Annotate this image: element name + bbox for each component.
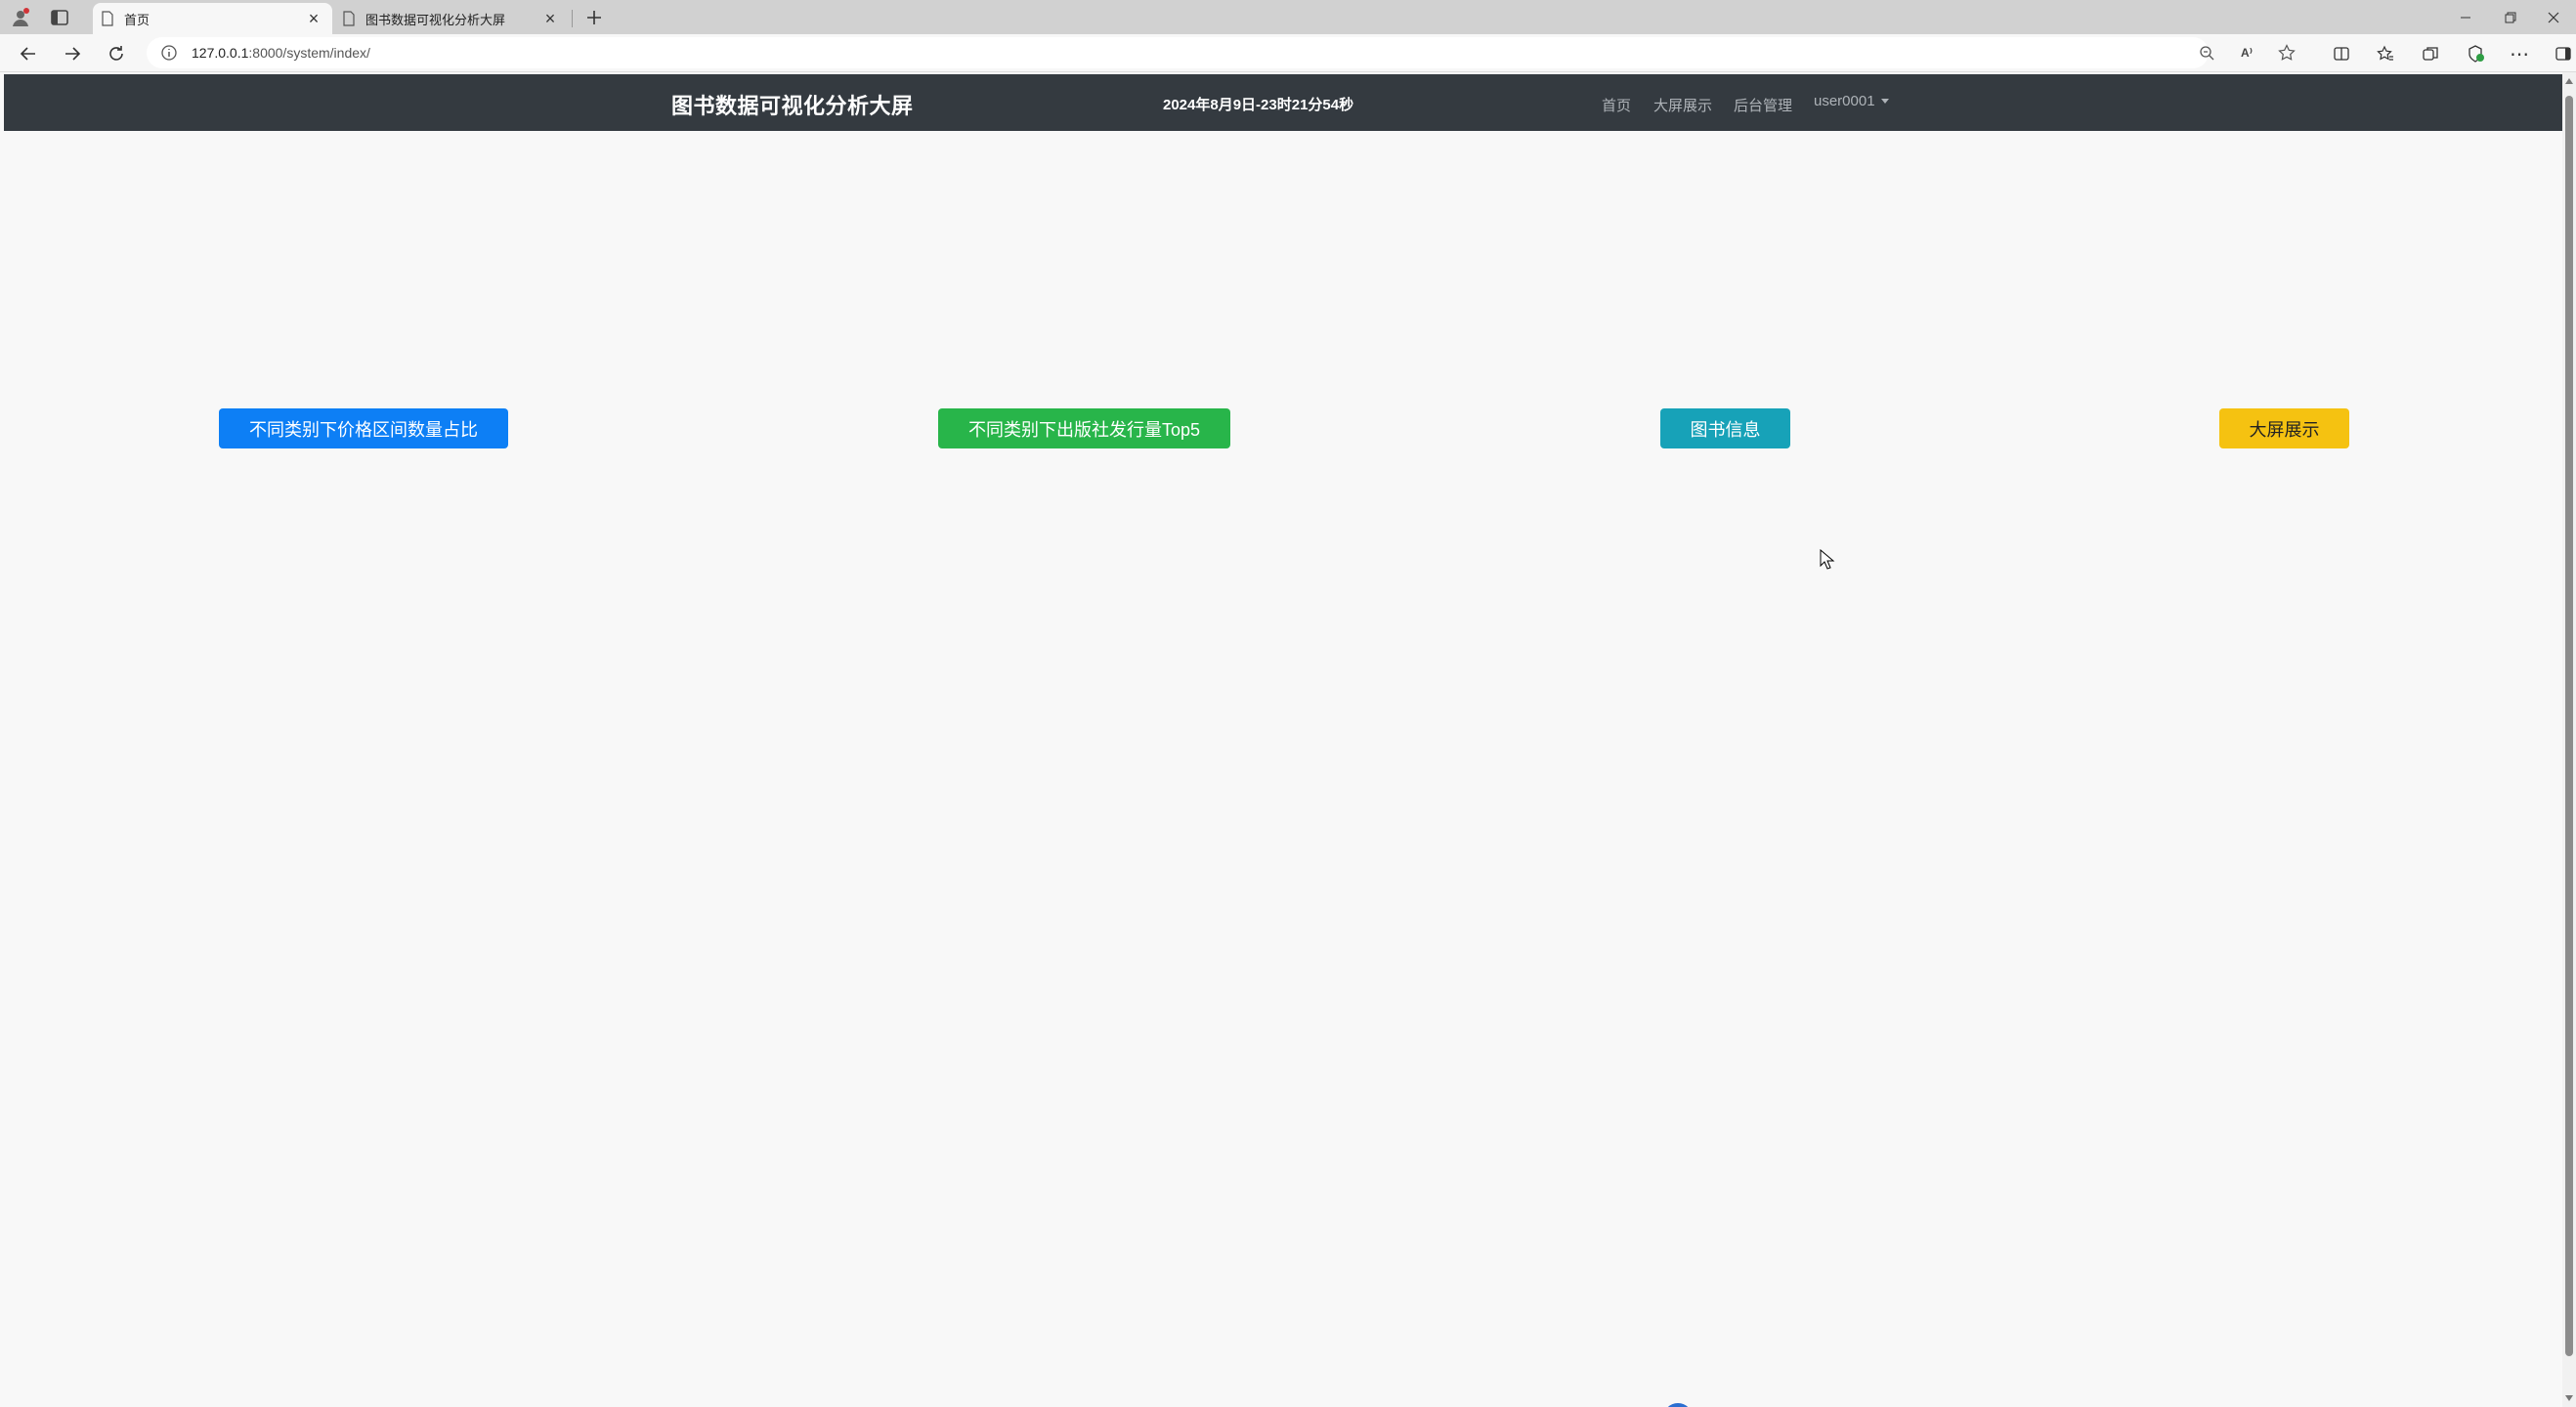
url-text[interactable]: 127.0.0.1:8000/system/index/ bbox=[192, 45, 370, 61]
favorites-icon[interactable] bbox=[2373, 41, 2398, 66]
profile-icon[interactable] bbox=[10, 7, 31, 28]
back-icon[interactable] bbox=[16, 41, 41, 66]
nav-link-admin[interactable]: 后台管理 bbox=[1734, 95, 1792, 115]
tab-dashboard[interactable]: 图书数据可视化分析大屏 × bbox=[334, 3, 569, 34]
reload-icon[interactable] bbox=[104, 41, 129, 66]
zoom-icon[interactable] bbox=[2195, 41, 2218, 64]
mouse-cursor-icon bbox=[1820, 549, 1835, 570]
new-tab-icon[interactable] bbox=[581, 5, 607, 30]
nav-link-home[interactable]: 首页 bbox=[1602, 95, 1631, 115]
address-bar[interactable]: 127.0.0.1:8000/system/index/ bbox=[147, 37, 2209, 68]
tab-title: 首页 bbox=[124, 12, 150, 27]
url-path: :8000/system/index/ bbox=[248, 45, 370, 61]
user-menu-dropdown[interactable]: user0001 bbox=[1814, 93, 1889, 109]
scrollbar-thumb[interactable] bbox=[2565, 96, 2573, 1356]
favorite-star-icon[interactable] bbox=[2275, 41, 2298, 64]
nav-link-big-screen[interactable]: 大屏展示 bbox=[1653, 95, 1712, 115]
url-host: 127.0.0.1 bbox=[192, 45, 249, 61]
site-title[interactable]: 图书数据可视化分析大屏 bbox=[671, 89, 914, 120]
forward-icon[interactable] bbox=[60, 41, 85, 66]
tab-separator bbox=[572, 10, 573, 27]
browser-toolbar: 127.0.0.1:8000/system/index/ A⁾ ⋯ bbox=[0, 34, 2576, 72]
book-info-button[interactable]: 图书信息 bbox=[1660, 408, 1790, 448]
sidebar-toggle-icon[interactable] bbox=[2551, 41, 2576, 66]
publisher-top5-button[interactable]: 不同类别下出版社发行量Top5 bbox=[938, 408, 1230, 448]
page-icon bbox=[343, 11, 355, 26]
floating-widget[interactable] bbox=[1663, 1403, 1693, 1407]
page-scrollbar[interactable] bbox=[2562, 72, 2576, 1407]
username: user0001 bbox=[1814, 93, 1875, 109]
site-navbar: 图书数据可视化分析大屏 2024年8月9日-23时21分54秒 首页 大屏展示 … bbox=[4, 74, 2562, 131]
more-options-icon[interactable]: ⋯ bbox=[2507, 41, 2532, 66]
tab-actions-icon[interactable] bbox=[49, 7, 70, 28]
close-tab-icon[interactable]: × bbox=[303, 8, 324, 29]
caret-down-icon bbox=[1880, 99, 1889, 104]
site-info-icon[interactable] bbox=[160, 44, 178, 62]
browser-essentials-icon[interactable] bbox=[2463, 41, 2488, 66]
current-datetime: 2024年8月9日-23时21分54秒 bbox=[1163, 97, 1354, 113]
minimize-icon[interactable] bbox=[2443, 0, 2488, 34]
tab-home[interactable]: 首页 × bbox=[93, 3, 332, 34]
price-range-share-button[interactable]: 不同类别下价格区间数量占比 bbox=[219, 408, 508, 448]
scroll-down-icon[interactable] bbox=[2565, 1395, 2573, 1401]
read-aloud-icon[interactable]: A⁾ bbox=[2235, 41, 2258, 64]
close-tab-icon[interactable]: × bbox=[539, 8, 561, 29]
page-viewport: 图书数据可视化分析大屏 2024年8月9日-23时21分54秒 首页 大屏展示 … bbox=[0, 72, 2562, 1407]
page-icon bbox=[102, 11, 113, 26]
browser-tab-strip: 首页 × 图书数据可视化分析大屏 × bbox=[0, 0, 2576, 34]
close-window-icon[interactable] bbox=[2531, 0, 2576, 34]
collections-icon[interactable] bbox=[2418, 41, 2443, 66]
big-screen-button[interactable]: 大屏展示 bbox=[2219, 408, 2349, 448]
restore-icon[interactable] bbox=[2488, 0, 2533, 34]
tab-title: 图书数据可视化分析大屏 bbox=[365, 12, 506, 27]
scroll-up-icon[interactable] bbox=[2565, 78, 2573, 84]
split-screen-icon[interactable] bbox=[2329, 41, 2354, 66]
